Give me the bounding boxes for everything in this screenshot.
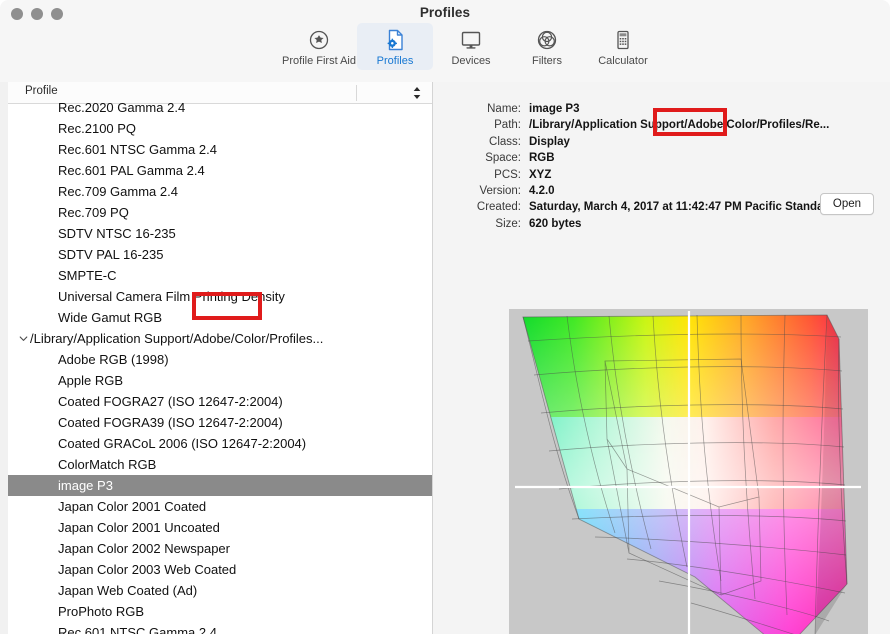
profile-list-item[interactable]: Japan Color 2001 Uncoated (8, 517, 432, 538)
profile-list-item-selected[interactable]: image P3 (8, 475, 432, 496)
toolbar-item-filters[interactable]: Filters (509, 23, 585, 70)
toolbar-item-label: Profiles (376, 55, 414, 67)
profile-list-item-label: Coated FOGRA27 (ISO 12647-2:2004) (58, 394, 283, 409)
profile-list-item[interactable]: SMPTE-C (8, 265, 432, 286)
window-titlebar: Profiles Profile First Aid Profiles Devi… (0, 0, 890, 83)
profile-list-item-label: Rec.709 Gamma 2.4 (58, 184, 178, 199)
gamut-solid-svg (509, 309, 868, 634)
profile-list-item[interactable]: ColorMatch RGB (8, 454, 432, 475)
profile-list-item[interactable]: Rec.601 NTSC Gamma 2.4 (8, 622, 432, 634)
chevron-down-icon[interactable] (17, 328, 29, 349)
profile-list-item-label: Japan Web Coated (Ad) (58, 583, 198, 598)
profile-list-item-label: Wide Gamut RGB (58, 310, 163, 325)
profile-field-label: Size: (495, 217, 521, 230)
profile-list-item-label: Japan Color 2002 Newspaper (58, 541, 230, 556)
toolbar-item-profile-first-aid[interactable]: Profile First Aid (281, 23, 357, 70)
profile-list-item[interactable]: Rec.709 Gamma 2.4 (8, 181, 432, 202)
profile-field-label: Name: (487, 103, 521, 115)
profile-list-item-label: Rec.709 PQ (58, 205, 129, 220)
profile-list-item[interactable]: Japan Web Coated (Ad) (8, 580, 432, 601)
profile-list-item-label: SMPTE-C (58, 268, 117, 283)
profile-field-value: Display (529, 135, 570, 148)
profile-list-item[interactable]: Japan Color 2003 Web Coated (8, 559, 432, 580)
profile-list-rows[interactable]: Rec.2020 Gamma 2.4 Rec.2100 PQ Rec.601 NTS… (8, 97, 432, 634)
profile-list-item-label: Rec.601 PAL Gamma 2.4 (58, 163, 205, 178)
lab-plot-label: Lab Plot: (881, 308, 890, 320)
profiles-window: Profiles Profile First Aid Profiles Devi… (0, 0, 890, 634)
profile-list-item[interactable]: Rec.2100 PQ (8, 118, 432, 139)
profile-list-item-label: ColorMatch RGB (58, 457, 157, 472)
profile-list-item-label: image P3 (58, 478, 113, 493)
profile-field-value: Saturday, March 4, 2017 at 11:42:47 PM P… (529, 201, 865, 214)
profile-list-item[interactable]: Wide Gamut RGB (8, 307, 432, 328)
profile-list-item-label: Rec.2100 PQ (58, 121, 137, 136)
profile-list-item[interactable]: ProPhoto RGB (8, 601, 432, 622)
profile-list-item-label: Coated FOGRA39 (ISO 12647-2:2004) (58, 415, 283, 430)
profile-field-label: Space: (485, 152, 521, 165)
profile-field-label: Created: (476, 201, 521, 214)
profile-field-value: /Library/Application Support/Adobe/Color… (529, 119, 830, 132)
toolbar-item-calculator[interactable]: Calculator (585, 23, 661, 70)
profile-list-item[interactable]: Rec.601 PAL Gamma 2.4 (8, 160, 432, 181)
profile-list-item[interactable]: Rec.601 NTSC Gamma 2.4 (8, 139, 432, 160)
first-aid-icon (308, 27, 330, 53)
profile-list-group[interactable]: /Library/Application Support/Adobe/Color… (8, 328, 432, 349)
profile-list-item[interactable]: Rec.709 PQ (8, 202, 432, 223)
open-button[interactable]: Open (820, 193, 874, 215)
profile-field-label: Path: (494, 119, 521, 132)
profile-field-value: 4.2.0 (529, 185, 555, 197)
profile-list-item-label: Apple RGB (58, 373, 124, 388)
profile-list-item[interactable]: Coated FOGRA39 (ISO 12647-2:2004) (8, 412, 432, 433)
profile-list-item-label: Japan Color 2001 Coated (58, 499, 207, 514)
profile-field-value: RGB (529, 152, 555, 165)
profile-list-item-label: Rec.2020 Gamma 2.4 (58, 100, 186, 115)
profile-list-item[interactable]: Japan Color 2001 Coated (8, 496, 432, 517)
profile-field-value: XYZ (529, 168, 552, 181)
calculator-icon (612, 27, 634, 53)
profile-field-value: 620 bytes (529, 217, 582, 230)
profile-list-item-label: Japan Color 2003 Web Coated (58, 562, 237, 577)
window-content: Profile Rec.2020 Gamma 2.4 Rec.2100 PQ Rec… (0, 82, 890, 634)
lab-plot-gamut-view[interactable] (509, 309, 868, 634)
profile-field-value: image P3 (529, 103, 580, 115)
display-icon (459, 27, 483, 53)
window-title: Profiles (419, 5, 471, 20)
toolbar-item-label: Filters (532, 55, 562, 67)
profile-list-item-label: Japan Color 2001 Uncoated (58, 520, 220, 535)
profile-list-item-label: ProPhoto RGB (58, 604, 144, 619)
toolbar-item-devices[interactable]: Devices (433, 23, 509, 70)
profile-list-item-label: Adobe RGB (1998) (58, 352, 169, 367)
profile-list-pane: Profile Rec.2020 Gamma 2.4 Rec.2100 PQ Rec… (8, 82, 433, 634)
toolbar-item-label: Calculator (598, 55, 648, 67)
profile-list-item-label: /Library/Application Support/Adobe/Color… (30, 331, 324, 346)
profile-list-item[interactable]: Rec.2020 Gamma 2.4 (8, 97, 432, 118)
profile-list-item-label: Rec.601 NTSC Gamma 2.4 (58, 142, 217, 157)
profile-list-item-label: Universal Camera Film Printing Density (58, 289, 285, 304)
profile-document-icon (384, 27, 406, 53)
toolbar-item-profiles[interactable]: Profiles (357, 23, 433, 70)
profile-list-item-label: Coated GRACoL 2006 (ISO 12647-2:2004) (58, 436, 307, 451)
column-header-profile[interactable]: Profile (25, 85, 58, 97)
profile-list-item[interactable]: Apple RGB (8, 370, 432, 391)
profile-list-item[interactable]: SDTV NTSC 16-235 (8, 223, 432, 244)
profile-field-label: PCS: (494, 168, 521, 181)
list-scrollbar[interactable] (424, 105, 431, 634)
profile-list-item[interactable]: Coated GRACoL 2006 (ISO 12647-2:2004) (8, 433, 432, 454)
profile-list-item[interactable]: SDTV PAL 16-235 (8, 244, 432, 265)
profile-list-item-label: SDTV PAL 16-235 (58, 247, 164, 262)
profile-field-label: Version: (479, 185, 521, 197)
profile-list-item[interactable]: Universal Camera Film Printing Density (8, 286, 432, 307)
toolbar-item-label: Profile First Aid (282, 55, 356, 67)
profile-list-item[interactable]: Japan Color 2002 Newspaper (8, 538, 432, 559)
venn-circles-icon (536, 27, 558, 53)
profile-list-item[interactable]: Coated FOGRA27 (ISO 12647-2:2004) (8, 391, 432, 412)
main-toolbar: Profile First Aid Profiles Devices Filte… (281, 23, 661, 70)
profile-list-item[interactable]: Adobe RGB (1998) (8, 349, 432, 370)
profile-field-label: Class: (489, 135, 521, 148)
toolbar-item-label: Devices (451, 55, 491, 67)
profile-list-item-label: SDTV NTSC 16-235 (58, 226, 176, 241)
profile-list-item-label: Rec.601 NTSC Gamma 2.4 (58, 625, 217, 634)
